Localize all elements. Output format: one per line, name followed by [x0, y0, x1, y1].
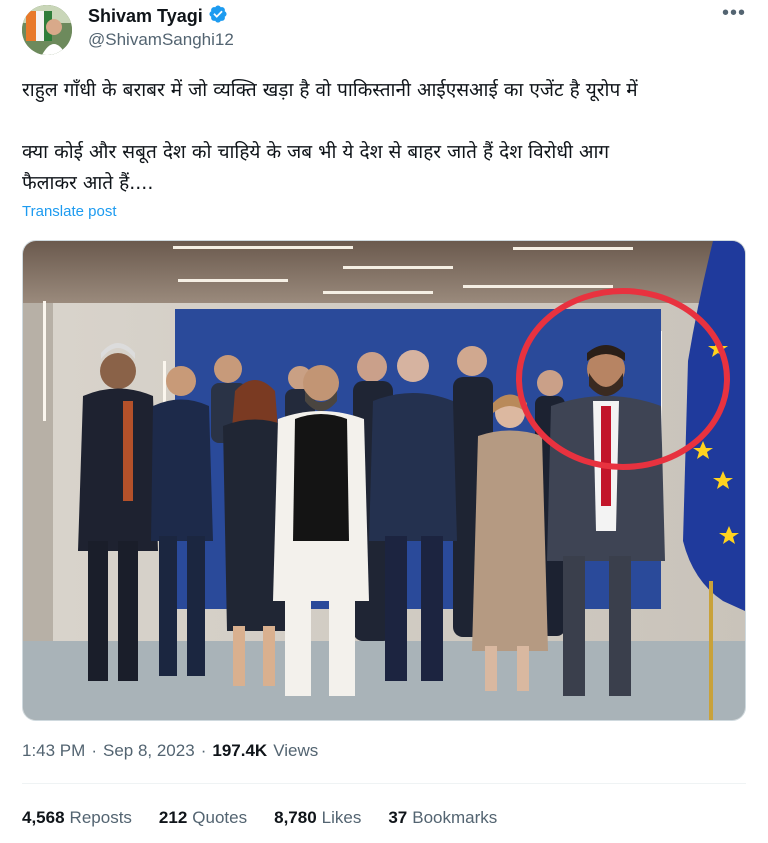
divider	[22, 783, 746, 784]
bookmarks-stat[interactable]: 37 Bookmarks	[388, 808, 497, 828]
bookmarks-count: 37	[388, 808, 408, 827]
views-label: Views	[273, 741, 319, 760]
views-count: 197.4K	[212, 741, 268, 760]
post-line-2: क्या कोई और सबूत देश को चाहिये के जब भी …	[22, 141, 610, 163]
quotes-stat[interactable]: 212 Quotes	[159, 808, 247, 828]
likes-count: 8,780	[274, 808, 317, 827]
quotes-count: 212	[158, 808, 188, 827]
reposts-stat[interactable]: 4,568 Reposts	[22, 808, 132, 828]
likes-label: Likes	[321, 808, 362, 827]
author-display-name[interactable]: Shivam Tyagi	[88, 6, 203, 27]
quotes-label: Quotes	[192, 808, 248, 827]
bookmarks-label: Bookmarks	[412, 808, 498, 827]
post-date[interactable]: Sep 8, 2023	[103, 741, 195, 761]
avatar[interactable]	[22, 5, 72, 55]
post-meta: 1:43 PM · Sep 8, 2023 · 197.4K Views	[22, 741, 318, 761]
reposts-label: Reposts	[69, 808, 132, 827]
likes-stat[interactable]: 8,780 Likes	[274, 808, 361, 828]
more-options-icon[interactable]: •••	[722, 2, 746, 25]
meta-separator: ·	[91, 741, 97, 760]
verified-badge-icon	[208, 4, 228, 29]
engagement-stats: 4,568 Reposts 212 Quotes 8,780 Likes 37 …	[22, 808, 497, 828]
post-line-1: राहुल गाँधी के बराबर में जो व्यक्ति खड़ा…	[22, 79, 638, 101]
post-line-3: फैलाकर आते हैं....	[22, 172, 154, 194]
post-photo[interactable]	[22, 240, 746, 721]
reposts-count: 4,568	[22, 808, 65, 827]
post-time[interactable]: 1:43 PM	[22, 741, 85, 761]
author-name-row: Shivam Tyagi	[88, 4, 228, 29]
post-text: राहुल गाँधी के बराबर में जो व्यक्ति खड़ा…	[22, 75, 752, 199]
meta-separator: ·	[200, 741, 207, 760]
translate-post-link[interactable]: Translate post	[22, 203, 117, 220]
author-handle[interactable]: @ShivamSanghi12	[88, 30, 234, 50]
